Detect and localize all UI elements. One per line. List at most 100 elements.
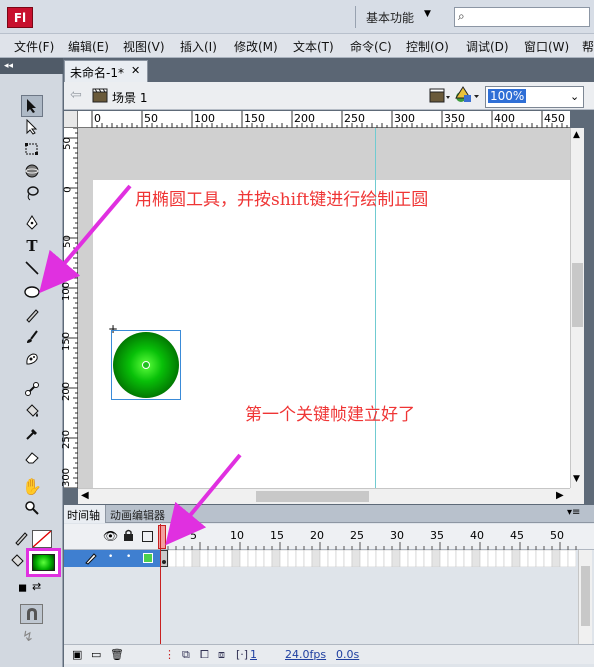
visibility-dot-icon[interactable]: • [108,552,113,562]
selection-tool-icon[interactable] [21,95,43,117]
free-transform-tool-icon[interactable] [21,139,43,161]
menu-insert[interactable]: 插入(I) [180,38,217,55]
document-tab[interactable]: 未命名-1* ✕ [64,60,148,82]
transform-point-icon[interactable] [142,361,150,369]
guide-line[interactable] [375,128,376,488]
circle-bounding-box[interactable] [111,330,181,400]
edit-scene-icon[interactable] [429,87,451,106]
lasso-tool-icon[interactable] [21,183,43,205]
scroll-down-icon[interactable]: ▼ [573,474,580,484]
keyframe-tip-annotation: 第一个关键帧建立好了 [245,405,415,425]
snap-icon[interactable]: ↯ [22,629,34,645]
delete-icon[interactable]: 🗑 [110,648,124,661]
brush-tool-icon[interactable] [21,327,43,349]
menu-control[interactable]: 控制(O) [406,38,449,55]
deco-tool-icon[interactable] [21,349,43,371]
menu-window[interactable]: 窗口(W) [524,38,569,55]
ruler-label: 150 [244,112,265,125]
separator [355,6,356,28]
timeline-panel: 时间轴 动画编辑器 ▾≡ 👁 5 10 15 20 25 30 35 40 45… [64,505,594,667]
object-drawing-icon[interactable] [20,604,43,624]
menu-bar: 文件(F) 编辑(E) 视图(V) 插入(I) 修改(M) 文本(T) 命令(C… [0,34,594,58]
frame-number: 30 [390,529,404,542]
frame-cells[interactable] [160,550,576,567]
scroll-thumb[interactable] [256,491,369,502]
close-icon[interactable]: ✕ [131,64,140,77]
collapse-icon[interactable]: ◂◂ [0,58,63,74]
center-frame-icon[interactable]: ⋮ [164,648,175,661]
menu-file[interactable]: 文件(F) [14,38,54,55]
lock-dot-icon[interactable]: • [126,552,131,562]
back-arrow-icon[interactable]: ⇦ [70,87,82,103]
ruler-label: 50 [61,235,73,248]
timeline-scrollbar[interactable] [578,550,592,644]
bone-tool-icon[interactable] [21,379,43,401]
zoom-select[interactable]: 100% ⌄ [485,86,584,108]
new-folder-icon[interactable]: ▭ [91,648,101,661]
frame-number: 20 [310,529,324,542]
default-colors-icon[interactable]: ◼ [18,581,27,594]
menu-text[interactable]: 文本(T) [293,38,334,55]
tab-motion-editor[interactable]: 动画编辑器 [110,507,165,523]
chevron-down-icon[interactable]: ▼ [424,9,431,19]
menu-view[interactable]: 视图(V) [123,38,165,55]
new-layer-icon[interactable]: ▣ [72,648,82,661]
ruler-label: 350 [444,112,465,125]
swap-colors-icon[interactable]: ⇄ [32,580,41,593]
menu-debug[interactable]: 调试(D) [466,38,509,55]
ruler-corner [64,111,78,128]
ruler-label: 400 [494,112,515,125]
hand-tool-icon[interactable]: ✋ [21,476,43,498]
line-tool-icon[interactable] [21,258,43,280]
help-search-input[interactable]: ⌕ [454,7,590,27]
chevron-down-icon[interactable]: ⌄ [570,90,579,103]
fill-color-icon[interactable] [6,551,28,573]
layer-color-icon[interactable] [143,553,153,563]
menu-commands[interactable]: 命令(C) [350,38,392,55]
text-tool-icon[interactable]: T [21,235,43,257]
subselection-tool-icon[interactable] [21,117,43,139]
scroll-right-icon[interactable]: ▶ [556,490,564,501]
fill-color-swatch[interactable] [26,548,61,577]
oval-tool-icon[interactable] [21,282,43,304]
scroll-up-icon[interactable]: ▲ [573,130,580,140]
onion-skin-icon[interactable]: ⧉ [182,648,190,662]
onion-outline-icon[interactable]: ⧠ [200,648,209,662]
eye-icon[interactable]: 👁 [103,529,118,543]
panel-menu-icon[interactable]: ▾≡ [567,507,580,518]
layer-row[interactable]: • • [64,550,160,567]
outline-icon[interactable] [142,531,153,542]
workspace-switcher[interactable]: 基本功能 [366,9,414,26]
ruler-label: 50 [144,112,158,125]
edit-multiple-icon[interactable]: ⧈ [218,648,225,662]
vertical-scrollbar[interactable]: ▲ ▼ [570,128,584,488]
horizontal-scrollbar[interactable]: ◀ ▶ [78,488,570,504]
3d-rotation-tool-icon[interactable] [21,161,43,183]
modify-markers-icon[interactable]: [·] [236,648,248,661]
scroll-thumb[interactable] [581,566,590,626]
edit-symbols-icon[interactable] [455,86,481,107]
ruler-label: 50 [61,137,73,150]
zoom-tool-icon[interactable] [21,498,43,520]
paint-bucket-tool-icon[interactable] [21,401,43,423]
elapsed-time[interactable]: 0.0s [336,648,359,661]
eyedropper-tool-icon[interactable] [21,424,43,446]
canvas-area[interactable]: + 用椭圆工具，并按shift键进行绘制正圆 第一个关键帧建立好了 [78,128,570,488]
document-tab-bar: 未命名-1* ✕ [64,58,594,82]
stroke-color-swatch[interactable] [32,530,52,548]
pencil-tool-icon[interactable] [21,305,43,327]
frame-number: 15 [270,529,284,542]
menu-edit[interactable]: 编辑(E) [68,38,109,55]
frame-rate[interactable]: 24.0fps [285,648,326,661]
menu-help[interactable]: 帮 [582,38,594,55]
current-frame[interactable]: 1 [250,648,257,661]
menu-modify[interactable]: 修改(M) [234,38,278,55]
keyframe[interactable] [160,550,168,567]
eraser-tool-icon[interactable] [21,447,43,469]
lock-icon[interactable] [123,529,134,544]
scroll-thumb[interactable] [572,263,583,327]
scroll-left-icon[interactable]: ◀ [81,490,89,501]
pen-tool-icon[interactable] [21,213,43,235]
tab-timeline[interactable]: 时间轴 [64,505,106,523]
stroke-color-icon[interactable] [10,528,32,550]
